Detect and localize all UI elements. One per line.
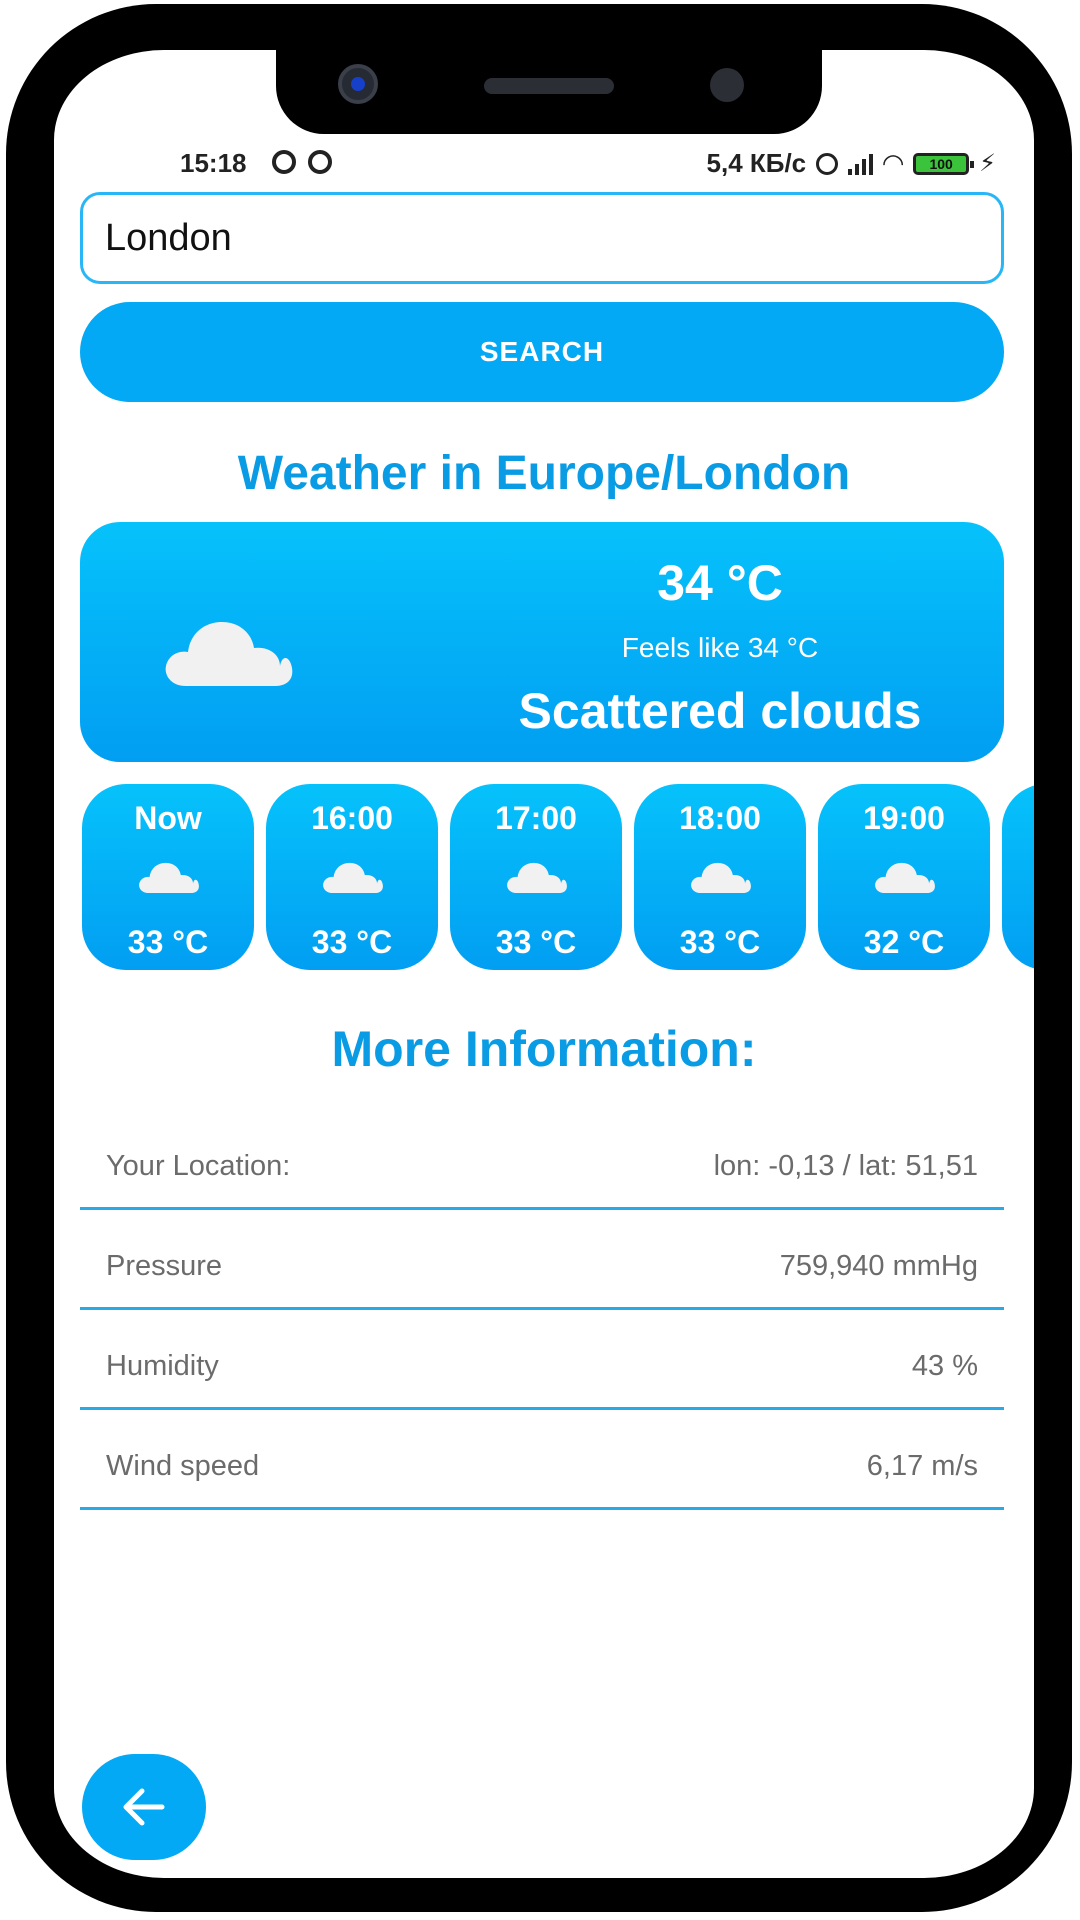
info-label: Your Location: [106, 1150, 291, 1182]
cloud-icon [165, 622, 293, 686]
hourly-forecast-item[interactable]: 17:00 33 °C [450, 784, 622, 970]
network-speed: 5,4 КБ/с [706, 148, 807, 178]
hour-label: Now [134, 800, 202, 836]
cloud-icon [507, 862, 567, 894]
hourly-forecast-list[interactable]: Now 33 °C 16:00 33 °C 17:00 33 °C 18:00 … [82, 784, 1034, 970]
hourly-forecast-item[interactable]: 18:00 33 °C [634, 784, 806, 970]
hour-label: 17:00 [495, 800, 577, 836]
camera-notch [276, 44, 822, 134]
hourly-forecast-item-partial[interactable] [1002, 784, 1034, 970]
charging-icon: ⚡ [979, 150, 996, 177]
hourly-forecast-item[interactable]: 19:00 32 °C [818, 784, 990, 970]
city-search-input[interactable]: London [80, 192, 1004, 284]
back-button[interactable] [82, 1754, 206, 1860]
info-value: 759,940 mmHg [779, 1250, 978, 1282]
proximity-sensor [710, 68, 744, 102]
info-label: Wind speed [106, 1450, 260, 1482]
arrow-left-icon [123, 1788, 165, 1826]
cloud-icon [691, 862, 751, 894]
hour-label: 16:00 [311, 800, 393, 836]
info-value: lon: -0,13 / lat: 51,51 [713, 1150, 978, 1182]
hour-label: 19:00 [863, 800, 945, 836]
app-screen: 15:18 5,4 КБ/с ◠ 100 ⚡ London SEARCH Wea… [54, 50, 1034, 1878]
info-label: Pressure [106, 1250, 223, 1282]
status-bar: 15:18 5,4 КБ/с ◠ 100 ⚡ [54, 140, 1034, 190]
hour-temperature: 32 °C [863, 924, 945, 960]
current-temperature: 34 °C [657, 555, 783, 611]
more-information-title: More Information: [331, 1021, 757, 1077]
alarm-icon [816, 152, 839, 175]
front-camera [338, 64, 378, 104]
feels-like-temperature: Feels like 34 °C [621, 632, 819, 663]
hour-temperature: 33 °C [311, 924, 393, 960]
info-value: 6,17 m/s [866, 1450, 978, 1482]
info-row-wind-speed: Wind speed 6,17 m/s [80, 1410, 1004, 1510]
search-button[interactable]: SEARCH [80, 302, 1004, 402]
wifi-icon: ◠ [883, 148, 904, 178]
cloud-icon [139, 862, 199, 894]
hour-temperature: 33 °C [679, 924, 761, 960]
battery-icon: 100 [913, 152, 975, 175]
hour-temperature: 33 °C [127, 924, 209, 960]
info-row-location: Your Location: lon: -0,13 / lat: 51,51 [80, 1110, 1004, 1210]
signal-icon [848, 153, 874, 175]
info-row-pressure: Pressure 759,940 mmHg [80, 1210, 1004, 1310]
info-label: Humidity [106, 1350, 219, 1382]
phone-frame: 15:18 5,4 КБ/с ◠ 100 ⚡ London SEARCH Wea… [6, 4, 1072, 1912]
status-time: 15:18 [180, 148, 247, 178]
current-weather-card: 34 °C Feels like 34 °C Scattered clouds [80, 522, 1004, 762]
info-value: 43 % [911, 1350, 978, 1382]
weather-description: Scattered clouds [518, 683, 922, 739]
cloud-icon [323, 862, 383, 894]
weather-location-title: Weather in Europe/London [237, 447, 851, 500]
hour-label: 18:00 [679, 800, 761, 836]
earpiece-speaker [484, 78, 614, 94]
notification-icon [272, 150, 296, 174]
info-row-humidity: Humidity 43 % [80, 1310, 1004, 1410]
hourly-forecast-item[interactable]: Now 33 °C [82, 784, 254, 970]
hourly-forecast-item[interactable]: 16:00 33 °C [266, 784, 438, 970]
hour-temperature: 33 °C [495, 924, 577, 960]
notification-icon [308, 150, 332, 174]
cloud-icon [875, 862, 935, 894]
